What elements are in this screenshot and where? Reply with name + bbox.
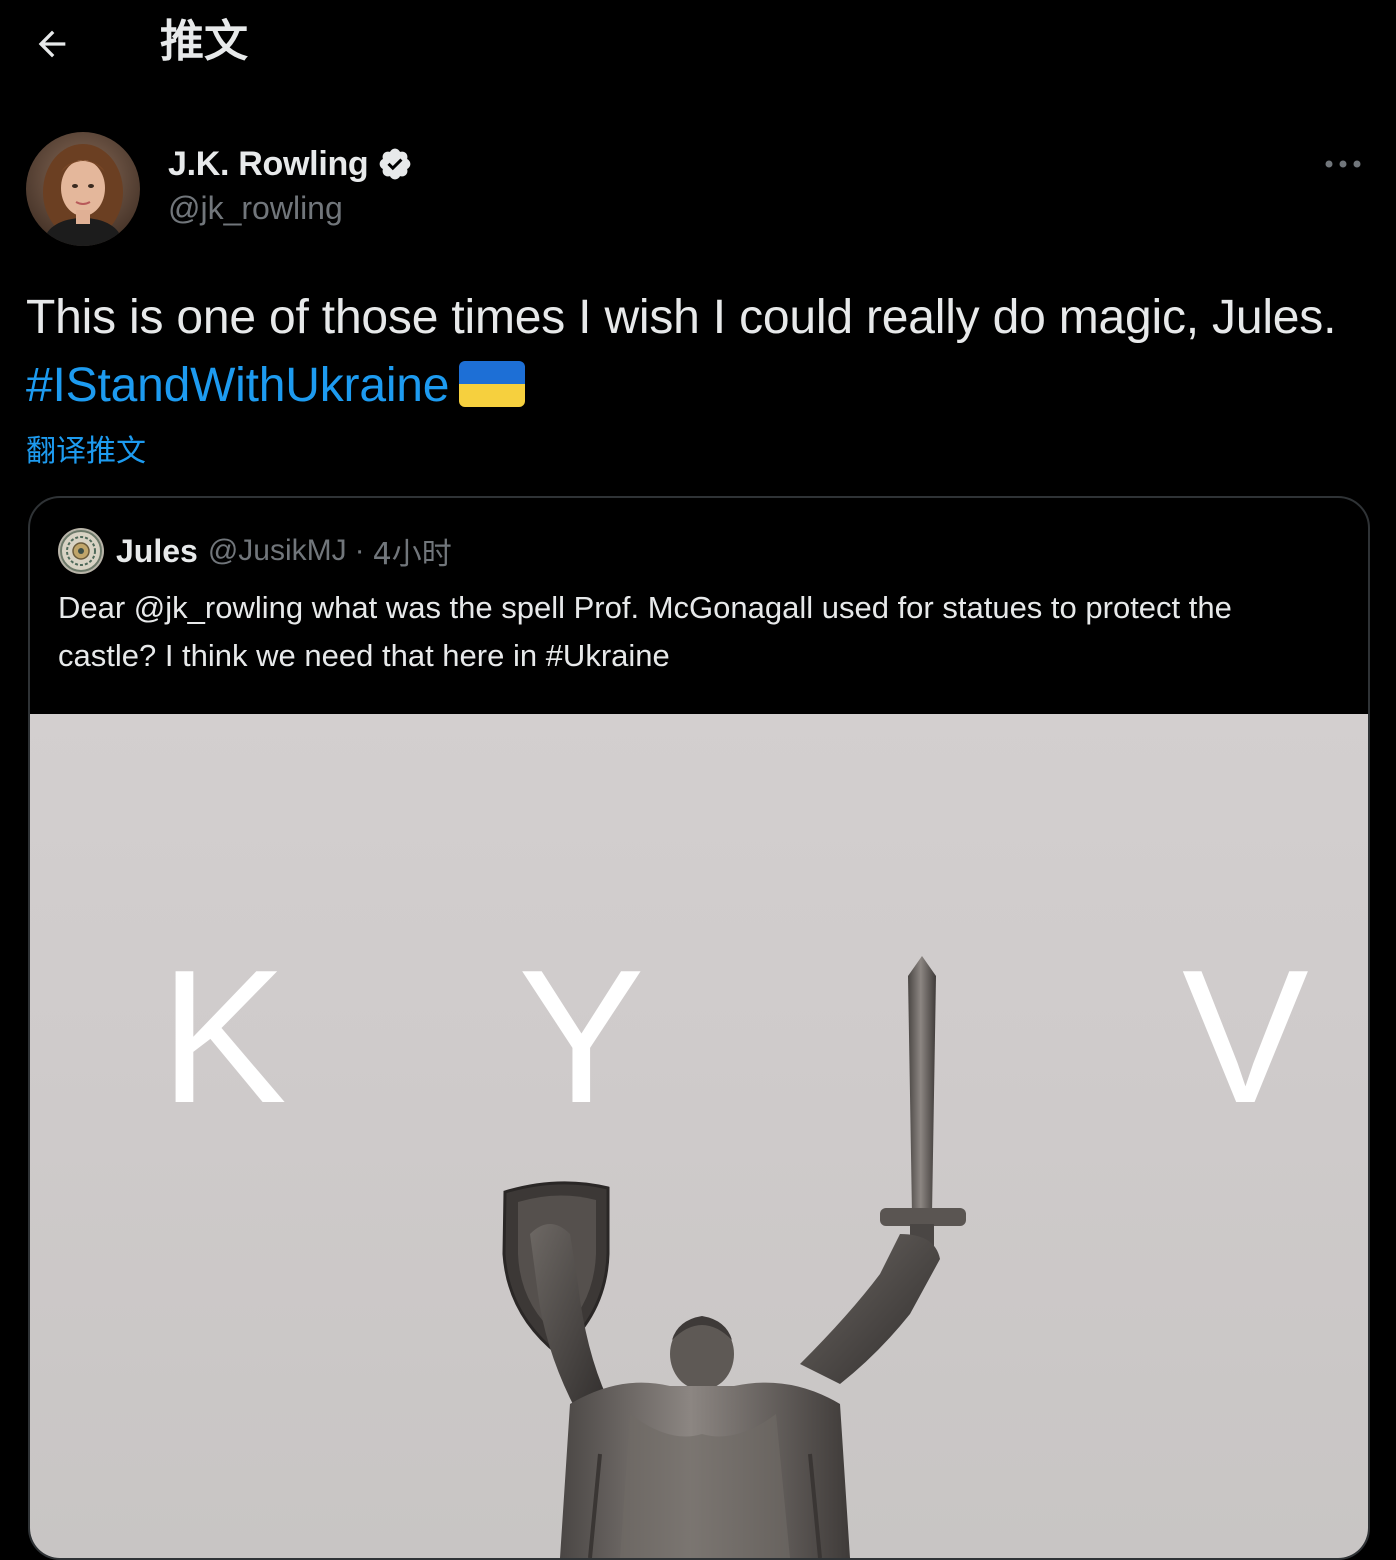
more-options-button[interactable] — [1316, 140, 1370, 188]
top-bar: 推文 — [0, 0, 1396, 90]
translate-tweet-link[interactable]: 翻译推文 — [26, 426, 146, 470]
quoted-author-handle[interactable]: @JusikMJ — [208, 534, 347, 568]
avatar-image — [26, 132, 140, 246]
more-horizontal-icon — [1325, 160, 1361, 168]
ukraine-flag-icon — [459, 361, 526, 407]
quoted-tweet-image[interactable]: K Y V — [30, 714, 1368, 1558]
quoted-author-name[interactable]: Jules — [116, 533, 198, 570]
back-button[interactable] — [26, 18, 78, 70]
author-handle[interactable]: @jk_rowling — [168, 190, 343, 227]
motherland-statue-illustration — [502, 956, 966, 1558]
quoted-author-avatar[interactable] — [58, 528, 104, 574]
verified-badge-icon — [376, 145, 414, 183]
hashtag-link[interactable]: #IStandWithUkraine — [26, 359, 449, 412]
quoted-tweet-header: Jules @JusikMJ · 4小时 — [58, 526, 452, 576]
dot-separator: · — [354, 534, 365, 567]
author-name-row: J.K. Rowling — [168, 142, 414, 186]
quoted-timestamp[interactable]: 4小时 — [373, 529, 452, 573]
page-title: 推文 — [160, 16, 248, 67]
quoted-tweet-card[interactable]: Jules @JusikMJ · 4小时 Dear @jk_rowling wh… — [28, 496, 1370, 1560]
author-avatar[interactable] — [26, 132, 140, 246]
arrow-left-icon — [38, 30, 66, 58]
quoted-tweet-text: Dear @jk_rowling what was the spell Prof… — [58, 590, 1232, 673]
author-name[interactable]: J.K. Rowling — [168, 145, 369, 184]
tweet-text-main: This is one of those times I wish I coul… — [26, 291, 1337, 344]
mandala-avatar-image — [58, 528, 104, 574]
tweet-text: This is one of those times I wish I coul… — [26, 284, 1376, 420]
